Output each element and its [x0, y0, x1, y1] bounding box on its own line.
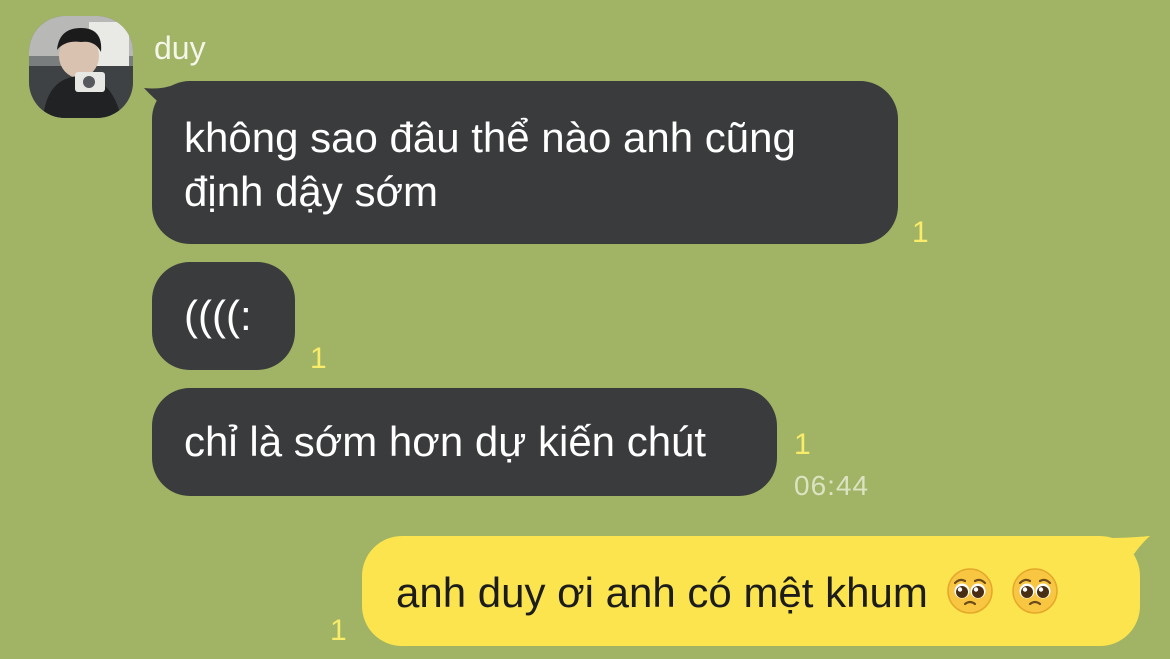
incoming-message[interactable]: không sao đâu thể nào anh cũng định dậy …	[152, 81, 898, 244]
message-text-line: không sao đâu thể nào anh cũng	[184, 114, 796, 161]
contact-avatar[interactable]	[29, 16, 133, 118]
unread-count: 1	[794, 428, 811, 461]
outgoing-message[interactable]: anh duy ơi anh có mệt khum	[362, 536, 1140, 646]
unread-count: 1	[330, 614, 347, 647]
unread-count: 1	[310, 342, 327, 375]
pleading-face-icon	[1012, 568, 1058, 614]
message-text-line: định dậy sớm	[184, 168, 438, 215]
incoming-message[interactable]: ((((:	[152, 262, 295, 370]
message-text: ((((:	[184, 292, 252, 339]
incoming-message[interactable]: chỉ là sớm hơn dự kiến chút	[152, 388, 777, 496]
profile-photo	[29, 16, 133, 118]
pleading-face-icon	[946, 568, 993, 614]
unread-count: 1	[912, 216, 929, 249]
message-timestamp: 06:44	[794, 470, 870, 501]
sender-name: duy	[154, 30, 206, 66]
message-text: chỉ là sớm hơn dự kiến chút	[184, 418, 707, 465]
message-text: anh duy ơi anh có mệt khum	[396, 569, 928, 616]
